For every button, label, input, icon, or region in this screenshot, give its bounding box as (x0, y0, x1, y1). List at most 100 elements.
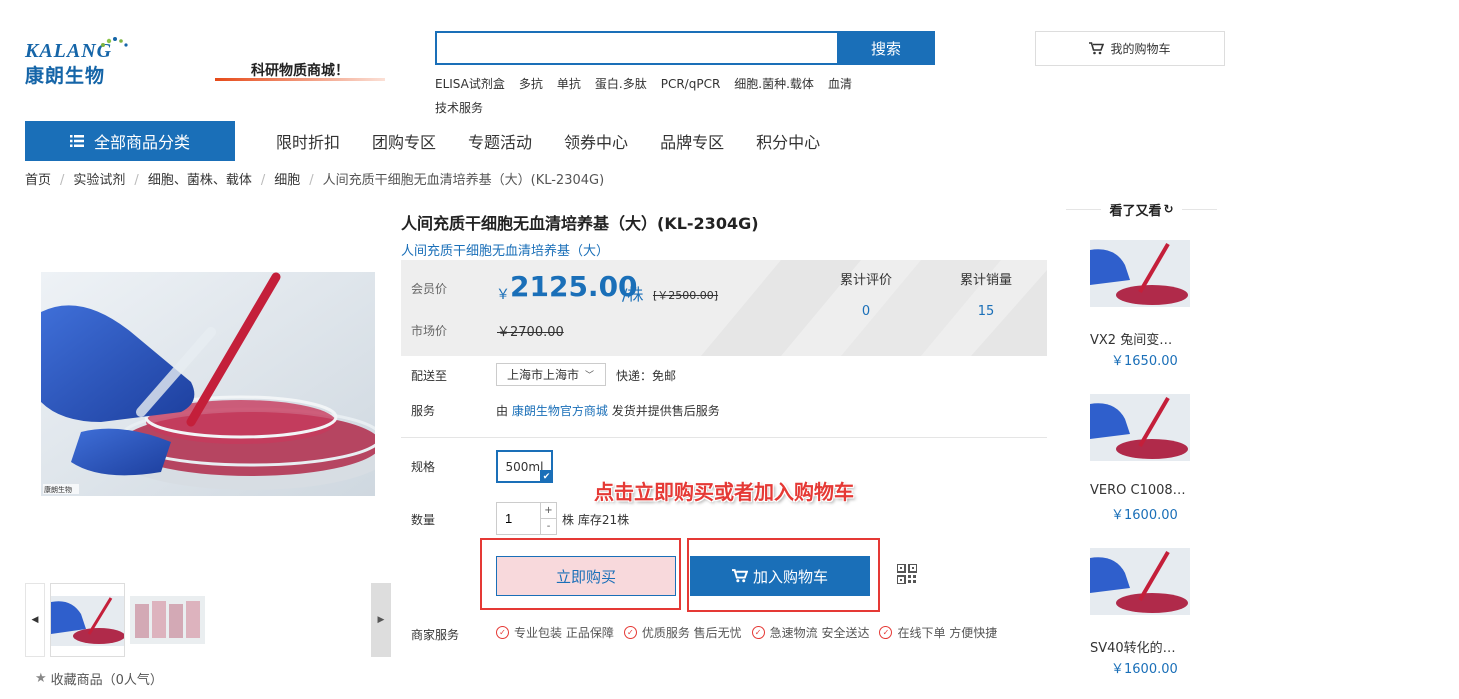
star-icon: ★ (35, 671, 47, 686)
annotation-text: 点击立即购买或者加入购物车 (594, 480, 854, 504)
hotword-link[interactable]: 细胞.菌种.载体 (734, 77, 814, 91)
delivery-label: 配送至 (411, 369, 448, 383)
shop-link[interactable]: 康朗生物官方商城 (512, 404, 608, 418)
main-nav: 限时折扣 团购专区 专题活动 领券中心 品牌专区 积分中心 (260, 121, 836, 161)
hotword-link[interactable]: 血清 (828, 77, 852, 91)
reviews-label: 累计评价 (839, 273, 892, 288)
recommend-price: ￥1650.00 (1111, 354, 1178, 369)
buy-now-button[interactable]: 立即购买 (496, 556, 676, 596)
service-info: 由 康朗生物官方商城 发货并提供售后服务 (496, 402, 720, 419)
guarantee-item: ✓ 专业包装 正品保障 (496, 624, 614, 641)
recommend-name[interactable]: VERO C1008… (1090, 483, 1200, 498)
chevron-down-icon: ﹀ (585, 371, 595, 381)
guarantees: ✓ 专业包装 正品保障 ✓ 优质服务 售后无忧 ✓ 急速物流 安全送达 ✓ 在线下单 方… (496, 624, 1007, 641)
nav-link[interactable]: 团购专区 (372, 129, 436, 153)
check-circle-icon: ✓ (496, 626, 509, 639)
my-cart-label: 我的购物车 (1110, 42, 1171, 56)
list-icon (69, 135, 84, 147)
also-viewed-title: 看了又看 ↻ (1058, 200, 1225, 219)
region-select[interactable]: 上海市上海市 ﹀ (496, 363, 606, 386)
region-value: 上海市上海市 (507, 368, 580, 382)
quantity-label: 数量 (411, 513, 436, 527)
shipping-info: 快递：免邮 (616, 369, 677, 383)
nav-link[interactable]: 积分中心 (756, 129, 820, 153)
quantity-minus-button[interactable]: - (540, 518, 557, 535)
search-button[interactable]: 搜索 (837, 31, 935, 65)
product-subtitle: 人间充质干细胞无血清培养基（大） (401, 244, 610, 259)
recommend-image[interactable] (1090, 240, 1190, 307)
guarantee-item: ✓ 在线下单 方便快捷 (879, 624, 997, 641)
guarantee-item: ✓ 优质服务 售后无忧 (623, 624, 742, 641)
search-input[interactable] (435, 31, 837, 65)
hotword-link[interactable]: 单抗 (557, 77, 581, 91)
service-label: 服务 (411, 404, 436, 418)
hotword-link[interactable]: PCR/qPCR (661, 77, 721, 91)
recommend-name[interactable]: VX2 兔间变… (1090, 329, 1200, 348)
nav-link[interactable]: 专题活动 (468, 129, 532, 153)
recommend-image[interactable] (1090, 394, 1190, 461)
logo-dots-icon (101, 37, 128, 47)
spec-value: 500ml (505, 459, 544, 474)
reviews-count[interactable]: 0 (826, 304, 906, 319)
quantity-input[interactable] (496, 502, 541, 535)
price-currency: ￥ (496, 287, 510, 303)
favorite-label: 收藏商品（0人气） (50, 673, 163, 688)
sales-label: 累计销量 (959, 273, 1012, 288)
nav-link[interactable]: 品牌专区 (660, 129, 724, 153)
favorite-button[interactable]: ★ 收藏商品（0人气） (35, 669, 163, 688)
breadcrumb-link[interactable]: 首页 (25, 173, 51, 188)
member-price: 2125.00 (510, 270, 638, 303)
breadcrumb-link[interactable]: 实验试剂 (73, 173, 125, 188)
check-icon: ✔ (540, 470, 553, 483)
recommend-price: ￥1600.00 (1111, 508, 1178, 523)
breadcrumb-link[interactable]: 细胞 (274, 173, 300, 188)
merchant-service-label: 商家服务 (411, 628, 460, 642)
hotword-link[interactable]: ELISA试剂盒 (435, 77, 505, 91)
check-circle-icon: ✓ (751, 626, 765, 639)
quantity-plus-button[interactable]: + (540, 502, 557, 519)
guarantee-item: ✓ 急速物流 安全送达 (751, 624, 869, 641)
thumbnail-next-button[interactable]: ▶ (371, 583, 391, 657)
service-prefix: 由 (496, 404, 509, 418)
logo[interactable]: KALANG 康朗生物 (25, 37, 128, 92)
recommend-image[interactable] (1090, 548, 1190, 615)
service-suffix: 发货并提供售后服务 (611, 404, 720, 418)
also-viewed-label: 看了又看 (1109, 203, 1162, 219)
original-price: [￥2500.00] (653, 289, 719, 302)
market-price: ￥2700.00 (497, 325, 564, 340)
all-categories-label: 全部商品分类 (93, 133, 190, 152)
recommend-name[interactable]: SV40转化的… (1090, 637, 1200, 656)
my-cart-button[interactable]: 我的购物车 (1035, 31, 1225, 66)
spec-option-selected[interactable]: 500ml ✔ (496, 450, 553, 483)
all-categories-button[interactable]: 全部商品分类 (25, 121, 235, 161)
add-to-cart-button[interactable]: 加入购物车 (690, 556, 870, 596)
qr-code-icon[interactable] (897, 564, 917, 584)
divider (401, 437, 1047, 438)
breadcrumb-current: 人间充质干细胞无血清培养基（大）(KL-2304G) (322, 173, 605, 188)
cart-icon (731, 569, 748, 583)
hotwords: ELISA试剂盒 多抗 单抗 蛋白.多肽 PCR/qPCR 细胞.菌种.载体 血清技术服务 (435, 72, 905, 120)
stock-info: 株 库存21株 (562, 513, 630, 527)
nav-link[interactable]: 领券中心 (564, 129, 628, 153)
hotword-link[interactable]: 多抗 (519, 77, 543, 91)
logo-text-cn: 康朗生物 (25, 65, 106, 87)
refresh-icon[interactable]: ↻ (1163, 202, 1173, 216)
thumbnail-1[interactable] (50, 583, 125, 657)
add-to-cart-label: 加入购物车 (752, 567, 828, 586)
cart-icon (1089, 42, 1105, 55)
slogan-underline (215, 78, 385, 81)
thumbnail-2[interactable] (130, 596, 205, 644)
product-main-image: 康朗生物 (41, 272, 375, 496)
check-circle-icon: ✓ (623, 626, 637, 639)
breadcrumb: 首页 / 实验试剂 / 细胞、菌株、载体 / 细胞 / 人间充质干细胞无血清培养基（大）(KL-… (25, 173, 605, 188)
hotword-link[interactable]: 技术服务 (435, 101, 483, 115)
image-watermark: 康朗生物 (44, 485, 72, 494)
member-price-label: 会员价 (411, 282, 448, 296)
breadcrumb-link[interactable]: 细胞、菌株、载体 (148, 173, 252, 188)
market-price-label: 市场价 (411, 324, 448, 338)
price-unit: /株 (622, 285, 644, 304)
hotword-link[interactable]: 蛋白.多肽 (595, 77, 647, 91)
nav-link[interactable]: 限时折扣 (276, 129, 340, 153)
check-circle-icon: ✓ (879, 626, 893, 639)
thumbnail-prev-button[interactable]: ◀ (25, 583, 45, 657)
